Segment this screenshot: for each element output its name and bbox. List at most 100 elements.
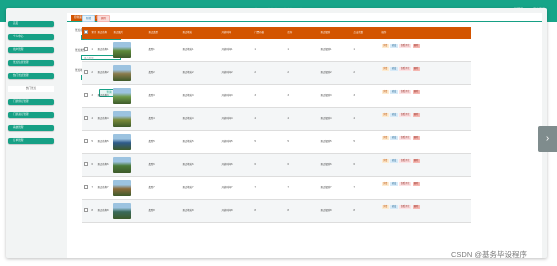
cell-clicks: 4 — [353, 117, 355, 120]
row-checkbox[interactable] — [83, 208, 88, 213]
select-all-checkbox[interactable] — [83, 30, 88, 35]
data-table: 索引 景点名称 景点图片 景点类型 景点地址 开放时间 门票价格 库存 景点级别 点击次数 操作 1… — [82, 27, 471, 223]
column-header-2: 景点名称 — [97, 31, 108, 34]
cell-address: 景点地址1 — [182, 48, 194, 51]
detail-button[interactable]: 详情 — [381, 136, 389, 140]
sidebar-item-4[interactable]: 热门景点管理 — [8, 73, 54, 79]
delete-button[interactable]: 删除 — [412, 182, 420, 186]
detail-button[interactable]: 详情 — [381, 205, 389, 209]
table-row: 3 景点名称3 类型3 景点地址3 开放时间3 3 3 景点级别3 3 详情 修改 查看评论 删除 — [82, 85, 471, 108]
cell-level: 景点级别4 — [320, 117, 332, 120]
column-header-7: 门票价格 — [254, 31, 265, 34]
cell-address: 景点地址3 — [182, 94, 194, 97]
add-button[interactable]: 新增 — [82, 15, 96, 22]
cell-type: 类型2 — [148, 71, 155, 74]
delete-button[interactable]: 删除 — [412, 67, 420, 71]
spot-image[interactable] — [113, 42, 131, 58]
cell-level: 景点级别2 — [320, 71, 332, 74]
sidebar-item-1[interactable]: 个人中心 — [8, 34, 54, 40]
cell-time: 开放时间3 — [221, 94, 233, 97]
spot-image[interactable] — [113, 111, 131, 127]
row-checkbox[interactable] — [83, 185, 88, 190]
row-checkbox[interactable] — [83, 139, 88, 144]
cell-name: 景点名称4 — [97, 117, 109, 120]
row-checkbox[interactable] — [83, 162, 88, 167]
sidebar-item-9[interactable]: 订单管理 — [8, 138, 54, 144]
edit-button[interactable]: 修改 — [390, 182, 398, 186]
reply-button[interactable]: 查看评论 — [399, 113, 411, 117]
detail-button[interactable]: 详情 — [381, 44, 389, 48]
cell-clicks: 6 — [353, 163, 355, 166]
spot-image[interactable] — [113, 88, 131, 104]
edit-button[interactable]: 修改 — [390, 44, 398, 48]
edit-button[interactable]: 修改 — [390, 205, 398, 209]
sidebar-item-6[interactable]: 门票预订管理 — [8, 99, 54, 105]
delete-button[interactable]: 删除 — [412, 113, 420, 117]
edit-button[interactable]: 修改 — [390, 90, 398, 94]
detail-button[interactable]: 详情 — [381, 182, 389, 186]
cell-clicks: 7 — [353, 186, 355, 189]
delete-button[interactable]: 删除 — [412, 159, 420, 163]
spot-image[interactable] — [113, 203, 131, 219]
sidebar-item-5[interactable]: 热门景点 — [8, 86, 54, 92]
edit-button[interactable]: 修改 — [390, 67, 398, 71]
delete-button[interactable]: 删除 — [412, 44, 420, 48]
spot-image[interactable] — [113, 134, 131, 150]
cell-level: 景点级别5 — [320, 140, 332, 143]
reply-button[interactable]: 查看评论 — [399, 44, 411, 48]
delete-button[interactable]: 删除 — [412, 136, 420, 140]
edit-button[interactable]: 修改 — [390, 113, 398, 117]
row-checkbox[interactable] — [83, 70, 88, 75]
table-row: 7 景点名称7 类型7 景点地址7 开放时间7 7 7 景点级别7 7 详情 修改 查看评论 删除 — [82, 177, 471, 200]
delete-button[interactable]: 删除 — [412, 90, 420, 94]
cell-type: 类型5 — [148, 140, 155, 143]
detail-button[interactable]: 详情 — [381, 90, 389, 94]
edit-button[interactable]: 修改 — [390, 159, 398, 163]
row-checkbox[interactable] — [83, 47, 88, 52]
column-header-0 — [82, 27, 90, 39]
batch-delete-button[interactable]: 删除 — [97, 15, 111, 22]
reply-button[interactable]: 查看评论 — [399, 90, 411, 94]
spot-image[interactable] — [113, 65, 131, 81]
spot-image[interactable] — [113, 157, 131, 173]
detail-button[interactable]: 详情 — [381, 159, 389, 163]
cell-stock: 3 — [287, 94, 289, 97]
next-arrow-icon[interactable]: › — [538, 126, 557, 152]
spot-image-cell — [112, 39, 147, 61]
cell-time: 开放时间6 — [221, 163, 233, 166]
spot-image-cell — [112, 62, 147, 84]
row-actions: 详情 修改 查看评论 删除 — [380, 39, 471, 61]
sidebar: 首页个人中心用户管理景点信息管理 热门景点管理 热门景点门票预订管理 门票退订管理 系统… — [8, 21, 54, 151]
cell-price: 5 — [254, 140, 256, 143]
row-checkbox[interactable] — [83, 93, 88, 98]
row-actions: 详情 修改 查看评论 删除 — [380, 154, 471, 176]
row-checkbox[interactable] — [83, 116, 88, 121]
cell-time: 开放时间8 — [221, 209, 233, 212]
sidebar-item-0[interactable]: 首页 — [8, 21, 54, 27]
cell-clicks: 8 — [353, 209, 355, 212]
column-header-10: 点击次数 — [353, 31, 364, 34]
sidebar-item-2[interactable]: 用户管理 — [8, 47, 54, 53]
detail-button[interactable]: 详情 — [381, 67, 389, 71]
sidebar-item-7[interactable]: 门票退订管理 — [8, 112, 54, 118]
spot-image[interactable] — [113, 180, 131, 196]
delete-button[interactable]: 删除 — [412, 205, 420, 209]
sidebar-item-3[interactable]: 景点信息管理 — [8, 60, 54, 66]
spot-image-cell — [112, 85, 147, 107]
table-header: 索引 景点名称 景点图片 景点类型 景点地址 开放时间 门票价格 库存 景点级别 点击次数 操作 — [82, 27, 471, 39]
sidebar-item-8[interactable]: 系统管理 — [8, 125, 54, 131]
edit-button[interactable]: 修改 — [390, 136, 398, 140]
reply-button[interactable]: 查看评论 — [399, 67, 411, 71]
cell-stock: 5 — [287, 140, 289, 143]
detail-button[interactable]: 详情 — [381, 113, 389, 117]
table-body: 1 景点名称1 类型1 景点地址1 开放时间1 1 1 景点级别1 1 详情 修改 查看评论 删除 2 景点… — [82, 39, 471, 223]
reply-button[interactable]: 查看评论 — [399, 136, 411, 140]
spot-image-cell — [112, 108, 147, 130]
reply-button[interactable]: 查看评论 — [399, 182, 411, 186]
row-checkbox-cell — [82, 200, 90, 222]
cell-time: 开放时间4 — [221, 117, 233, 120]
cell-clicks: 2 — [353, 71, 355, 74]
table-row: 4 景点名称4 类型4 景点地址4 开放时间4 4 4 景点级别4 4 详情 修改 查看评论 删除 — [82, 108, 471, 131]
reply-button[interactable]: 查看评论 — [399, 205, 411, 209]
reply-button[interactable]: 查看评论 — [399, 159, 411, 163]
